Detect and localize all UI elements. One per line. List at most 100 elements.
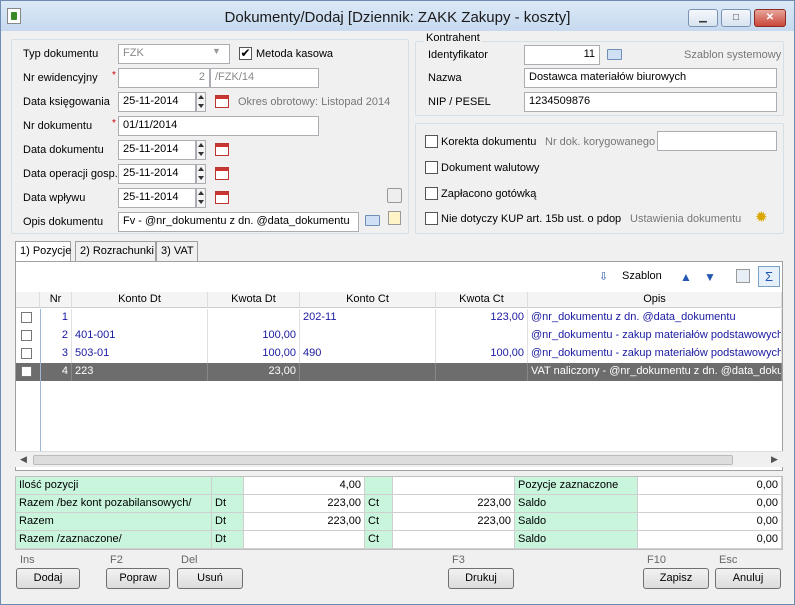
nr-dok-input[interactable]: 01/11/2014: [118, 116, 319, 136]
data-ksieg-input[interactable]: 25-11-2014: [118, 92, 196, 112]
cell-konto-dt: 503-01: [72, 345, 208, 363]
summary-label: Razem /zaznaczone/: [16, 531, 212, 549]
table-row-selected[interactable]: 4 223 23,00 VAT naliczony - @nr_dokument…: [16, 363, 782, 381]
kup-checkbox[interactable]: [425, 212, 438, 225]
walutowy-label: Dokument walutowy: [441, 162, 540, 174]
sigma-button[interactable]: Σ: [758, 266, 780, 287]
table-row[interactable]: 1 202-11 123,00 @nr_dokumentu z dn. @dat…: [16, 309, 782, 327]
required-mark: *: [112, 70, 116, 81]
calendar-icon[interactable]: [215, 167, 229, 180]
cell-konto-dt: [72, 309, 208, 327]
cell-opis: VAT naliczony - @nr_dokumentu z dn. @dat…: [528, 363, 782, 381]
summary-ct-value: [393, 531, 515, 549]
table-row[interactable]: 2 401-001 100,00 @nr_dokumentu - zakup m…: [16, 327, 782, 345]
settings-document-icon[interactable]: [387, 188, 402, 203]
tab-pozycje[interactable]: 1) Pozycje: [15, 241, 71, 263]
calendar-icon[interactable]: [215, 191, 229, 204]
cell-kwota-dt: 100,00: [208, 327, 300, 345]
scroll-right-icon[interactable]: ▶: [771, 454, 778, 465]
horizontal-scrollbar[interactable]: ◀ ▶: [15, 451, 783, 467]
cell-konto-dt: 401-001: [72, 327, 208, 345]
move-down-icon[interactable]: ▼: [704, 270, 716, 284]
dodaj-button[interactable]: Dodaj: [16, 568, 80, 589]
maximize-button[interactable]: □: [721, 9, 751, 27]
ident-input[interactable]: 11: [524, 45, 600, 65]
row-checkbox[interactable]: [21, 348, 32, 359]
summary-right-label: Saldo: [515, 531, 638, 549]
summary-ct-label: [365, 477, 393, 495]
edit-icon[interactable]: [388, 211, 401, 225]
opis-label: Opis dokumentu: [23, 216, 104, 228]
data-wplywu-input[interactable]: 25-11-2014: [118, 188, 196, 208]
nip-input[interactable]: 1234509876: [524, 92, 777, 112]
grid-header-nr[interactable]: Nr: [40, 292, 72, 308]
summary-ct-value: [393, 477, 515, 495]
cell-opis: @nr_dokumentu z dn. @data_dokumentu: [528, 309, 782, 327]
title-bar[interactable]: Dokumenty/Dodaj [Dziennik: ZAKK Zakupy -…: [1, 1, 794, 31]
zapisz-button[interactable]: Zapisz: [643, 568, 709, 589]
nr-ew-suffix: /FZK/14: [210, 68, 319, 88]
nr-kor-label: Nr dok. korygowanego: [545, 136, 656, 148]
tab-rozrachunki[interactable]: 2) Rozrachunki: [75, 241, 156, 262]
minimize-button[interactable]: ▁: [688, 9, 718, 27]
cell-konto-ct: [300, 327, 436, 345]
preview-icon[interactable]: [736, 269, 750, 283]
data-wplywu-spinner[interactable]: [196, 188, 206, 208]
anuluj-button[interactable]: Anuluj: [715, 568, 781, 589]
korekta-checkbox[interactable]: [425, 135, 438, 148]
data-dok-label: Data dokumentu: [23, 144, 104, 156]
close-button[interactable]: ✕: [754, 9, 786, 27]
usun-button[interactable]: Usuń: [177, 568, 243, 589]
grid-header-opis[interactable]: Opis: [528, 292, 782, 308]
row-checkbox[interactable]: [21, 366, 32, 377]
summary-right-label: Saldo: [515, 495, 638, 513]
metoda-checkbox[interactable]: ✔: [239, 47, 252, 60]
cell-konto-dt: 223: [72, 363, 208, 381]
gotowka-label: Zapłacono gotówką: [441, 188, 537, 200]
gear-icon[interactable]: ✹: [755, 208, 768, 226]
data-ksieg-label: Data księgowania: [23, 96, 110, 108]
nr-kor-input[interactable]: [657, 131, 777, 151]
data-oper-input[interactable]: 25-11-2014: [118, 164, 196, 184]
ident-label: Identyfikator: [428, 49, 488, 61]
row-checkbox[interactable]: [21, 330, 32, 341]
data-dok-input[interactable]: 25-11-2014: [118, 140, 196, 160]
summary-right-value: 0,00: [638, 513, 782, 531]
grid-header-konto-dt[interactable]: Konto Dt: [72, 292, 208, 308]
calendar-icon[interactable]: [215, 95, 229, 108]
nr-ew-input[interactable]: 2: [118, 68, 210, 88]
szablon-button[interactable]: Szablon: [622, 270, 662, 282]
grid-header-kwota-dt[interactable]: Kwota Dt: [208, 292, 300, 308]
walutowy-checkbox[interactable]: [425, 161, 438, 174]
calendar-icon[interactable]: [215, 143, 229, 156]
nazwa-input[interactable]: Dostawca materiałów biurowych: [524, 68, 777, 88]
folder-icon[interactable]: [607, 49, 622, 60]
sort-icon[interactable]: ⇩: [599, 270, 608, 283]
grid-divider: [40, 309, 41, 452]
data-ksieg-spinner[interactable]: [196, 92, 206, 112]
grid-header-kwota-ct[interactable]: Kwota Ct: [436, 292, 528, 308]
data-wplywu-label: Data wpływu: [23, 192, 86, 204]
tab-vat[interactable]: 3) VAT: [156, 241, 198, 262]
cell-opis: @nr_dokumentu - zakup materiałów podstaw…: [528, 327, 782, 345]
cell-konto-ct: 490: [300, 345, 436, 363]
data-dok-spinner[interactable]: [196, 140, 206, 160]
drukuj-button[interactable]: Drukuj: [448, 568, 514, 589]
chevron-down-icon[interactable]: ▼: [212, 46, 221, 56]
data-oper-label: Data operacji gosp.: [23, 168, 118, 180]
summary-ct-value: 223,00: [393, 513, 515, 531]
summary-dt-value: 223,00: [244, 495, 365, 513]
data-oper-spinner[interactable]: [196, 164, 206, 184]
scroll-left-icon[interactable]: ◀: [20, 454, 27, 465]
cell-kwota-dt: [208, 309, 300, 327]
gotowka-checkbox[interactable]: [425, 187, 438, 200]
popraw-button[interactable]: Popraw: [106, 568, 170, 589]
summary-label: Razem /bez kont pozabilansowych/: [16, 495, 212, 513]
grid-header-konto-ct[interactable]: Konto Ct: [300, 292, 436, 308]
table-row[interactable]: 3 503-01 100,00 490 100,00 @nr_dokumentu…: [16, 345, 782, 363]
folder-icon[interactable]: [365, 215, 380, 226]
opis-input[interactable]: Fv - @nr_dokumentu z dn. @data_dokumentu: [118, 212, 359, 232]
scrollbar-thumb[interactable]: [33, 455, 733, 465]
row-checkbox[interactable]: [21, 312, 32, 323]
move-up-icon[interactable]: ▲: [680, 270, 692, 284]
